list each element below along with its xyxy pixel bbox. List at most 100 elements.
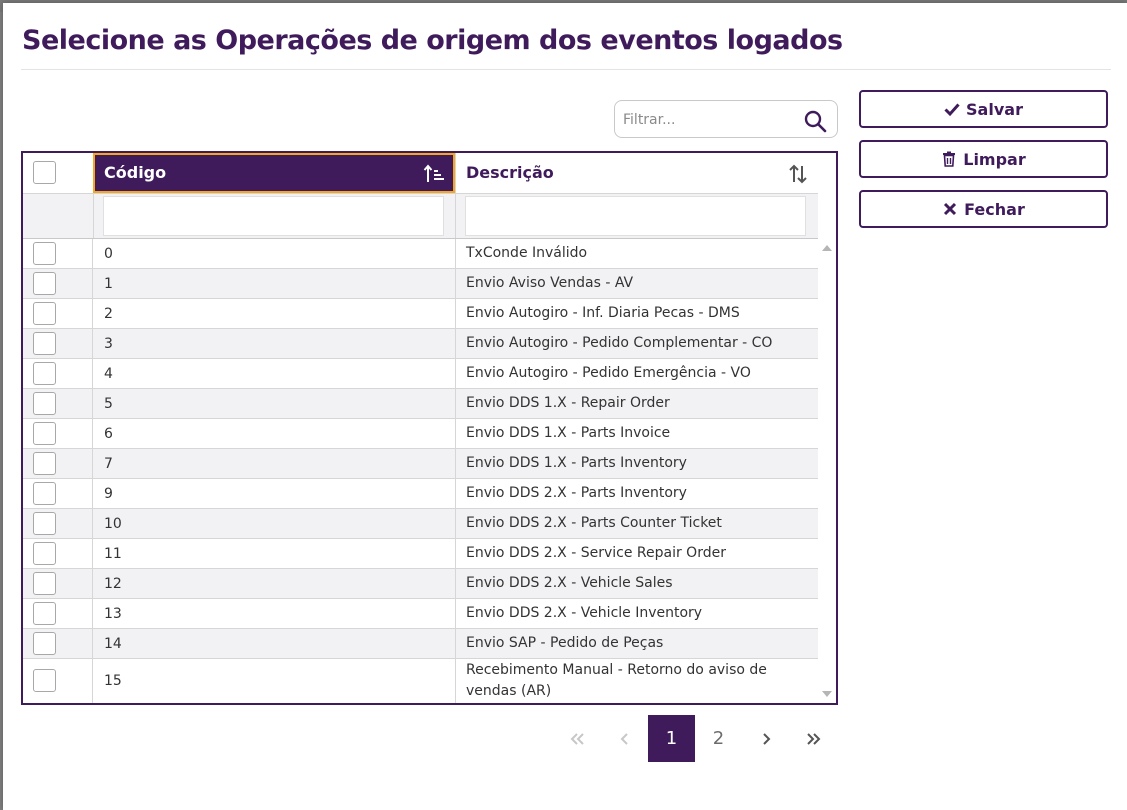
row-code: 11 (104, 545, 122, 562)
row-checkbox-cell (23, 359, 93, 388)
row-description: Envio DDS 1.X - Repair Order (455, 389, 818, 418)
row-checkbox[interactable] (33, 482, 56, 505)
row-checkbox[interactable] (33, 362, 56, 385)
description-filter-input[interactable] (465, 196, 806, 236)
table-row[interactable]: 15 Recebimento Manual - Retorno do aviso … (23, 659, 818, 703)
table-row[interactable]: 0 TxConde Inválido (23, 239, 818, 269)
row-checkbox-cell (23, 329, 93, 358)
column-filter-row (23, 194, 818, 239)
check-icon (944, 103, 960, 117)
row-code: 6 (104, 425, 113, 442)
row-checkbox-cell (23, 509, 93, 538)
row-checkbox-cell (23, 599, 93, 628)
row-checkbox[interactable] (33, 632, 56, 655)
scroll-down-arrow-icon[interactable] (822, 691, 832, 697)
row-description: Envio SAP - Pedido de Peças (455, 629, 818, 658)
trash-icon (943, 151, 956, 167)
table-row[interactable]: 7 Envio DDS 1.X - Parts Inventory (23, 449, 818, 479)
chevron-right-icon (762, 732, 770, 745)
close-button[interactable]: Fechar (859, 190, 1108, 228)
save-button[interactable]: Salvar (859, 90, 1108, 128)
table-row[interactable]: 12 Envio DDS 2.X - Vehicle Sales (23, 569, 818, 599)
table-row[interactable]: 13 Envio DDS 2.X - Vehicle Inventory (23, 599, 818, 629)
row-checkbox[interactable] (33, 452, 56, 475)
row-checkbox[interactable] (33, 332, 56, 355)
row-description: Envio DDS 2.X - Parts Counter Ticket (455, 509, 818, 538)
sort-ascending-icon[interactable] (423, 163, 445, 185)
last-page-button[interactable] (789, 715, 836, 762)
row-code: 13 (104, 605, 122, 622)
row-checkbox[interactable] (33, 392, 56, 415)
row-checkbox[interactable] (33, 242, 56, 265)
select-all-cell (23, 153, 94, 193)
row-checkbox-cell (23, 449, 93, 478)
search-icon[interactable] (803, 109, 827, 133)
table-row[interactable]: 9 Envio DDS 2.X - Parts Inventory (23, 479, 818, 509)
grid-header: Código Descrição (23, 153, 818, 194)
row-code: 7 (104, 455, 113, 472)
sort-unsorted-icon[interactable] (787, 163, 809, 185)
filter-row-divider (455, 194, 456, 238)
close-button-label: Fechar (964, 199, 1025, 219)
row-code: 4 (104, 365, 113, 382)
chevron-left-icon (620, 732, 628, 745)
row-code: 12 (104, 575, 122, 592)
grid-body: 0 TxConde Inválido 1 Envio Aviso Vendas - A… (23, 239, 818, 703)
column-header-code-label: Código (104, 163, 167, 182)
double-chevron-left-icon (570, 732, 584, 745)
row-checkbox[interactable] (33, 302, 56, 325)
row-checkbox[interactable] (33, 572, 56, 595)
row-code: 5 (104, 395, 113, 412)
row-description: TxConde Inválido (455, 239, 818, 268)
table-row[interactable]: 10 Envio DDS 2.X - Parts Counter Ticket (23, 509, 818, 539)
row-description: Envio Aviso Vendas - AV (455, 269, 818, 298)
row-description: Envio Autogiro - Inf. Diaria Pecas - DMS (455, 299, 818, 328)
select-all-checkbox[interactable] (33, 161, 56, 184)
row-checkbox-cell (23, 659, 93, 703)
clear-button-label: Limpar (963, 149, 1026, 169)
row-description: Envio DDS 2.X - Service Repair Order (455, 539, 818, 568)
table-row[interactable]: 3 Envio Autogiro - Pedido Complementar - … (23, 329, 818, 359)
row-checkbox[interactable] (33, 602, 56, 625)
first-page-button[interactable] (554, 715, 601, 762)
row-checkbox[interactable] (33, 272, 56, 295)
column-header-description[interactable]: Descrição (455, 153, 819, 193)
row-description: Envio DDS 2.X - Vehicle Inventory (455, 599, 818, 628)
row-checkbox-cell (23, 389, 93, 418)
row-checkbox-cell (23, 299, 93, 328)
grid-scrollbar[interactable] (818, 239, 836, 703)
row-checkbox[interactable] (33, 542, 56, 565)
row-checkbox-cell (23, 269, 93, 298)
row-description: Envio DDS 2.X - Vehicle Sales (455, 569, 818, 598)
row-checkbox-cell (23, 479, 93, 508)
table-row[interactable]: 6 Envio DDS 1.X - Parts Invoice (23, 419, 818, 449)
row-code: 14 (104, 635, 122, 652)
next-page-button[interactable] (742, 715, 789, 762)
row-checkbox-cell (23, 419, 93, 448)
row-checkbox[interactable] (33, 512, 56, 535)
row-checkbox[interactable] (33, 422, 56, 445)
row-checkbox-cell (23, 569, 93, 598)
row-checkbox[interactable] (33, 669, 56, 692)
table-row[interactable]: 14 Envio SAP - Pedido de Peças (23, 629, 818, 659)
column-header-code[interactable]: Código (93, 153, 455, 193)
page-button-1[interactable]: 1 (648, 715, 695, 762)
table-row[interactable]: 11 Envio DDS 2.X - Service Repair Order (23, 539, 818, 569)
table-row[interactable]: 1 Envio Aviso Vendas - AV (23, 269, 818, 299)
row-code: 1 (104, 275, 113, 292)
code-filter-input[interactable] (103, 196, 444, 236)
clear-button[interactable]: Limpar (859, 140, 1108, 178)
table-row[interactable]: 4 Envio Autogiro - Pedido Emergência - VO (23, 359, 818, 389)
double-chevron-right-icon (806, 732, 820, 745)
close-icon (944, 202, 957, 216)
page-button-2[interactable]: 2 (695, 715, 742, 762)
row-description: Envio DDS 1.X - Parts Invoice (455, 419, 818, 448)
row-code: 10 (104, 515, 122, 532)
filter-input[interactable] (623, 108, 793, 132)
previous-page-button[interactable] (601, 715, 648, 762)
row-checkbox-cell (23, 629, 93, 658)
table-row[interactable]: 5 Envio DDS 1.X - Repair Order (23, 389, 818, 419)
row-description: Envio DDS 1.X - Parts Inventory (455, 449, 818, 478)
scroll-up-arrow-icon[interactable] (822, 245, 832, 251)
table-row[interactable]: 2 Envio Autogiro - Inf. Diaria Pecas - DM… (23, 299, 818, 329)
